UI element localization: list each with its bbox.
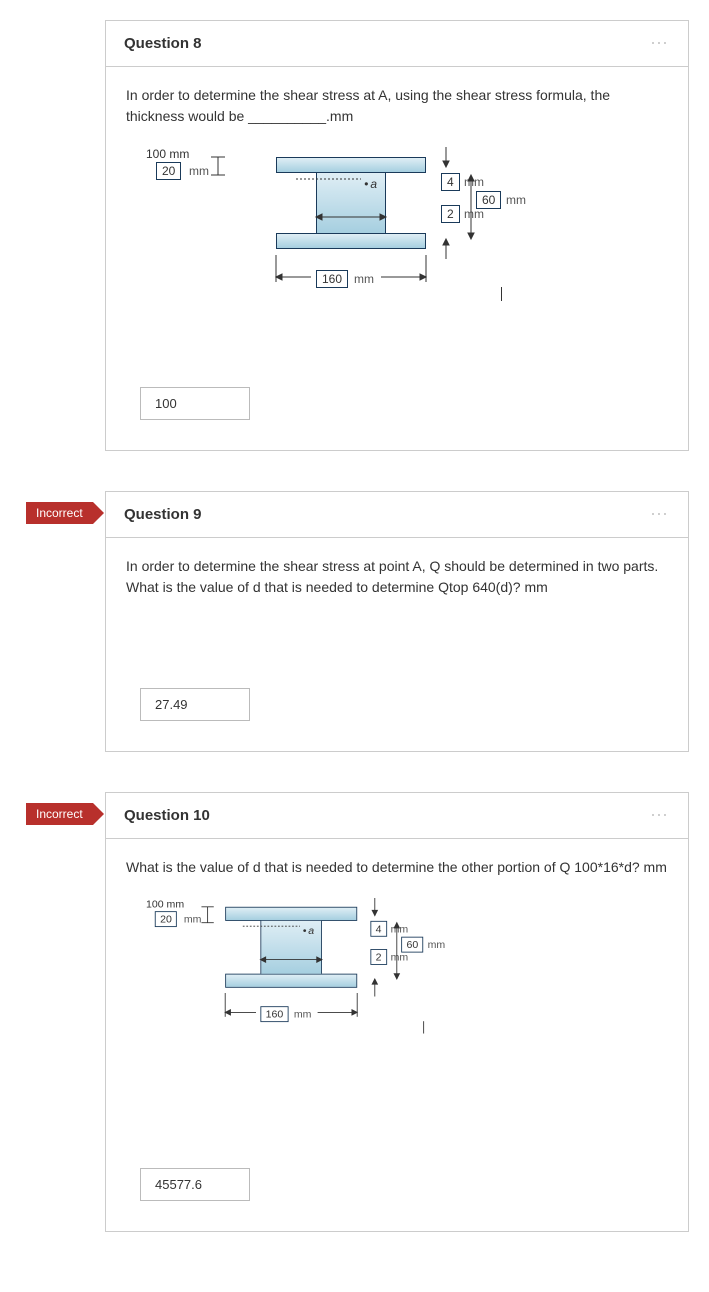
dots-icon: ⋯ — [650, 805, 670, 826]
text-cursor-icon — [501, 287, 502, 301]
dots-icon: ⋯ — [650, 504, 670, 525]
question-title: Question 9 — [124, 506, 202, 523]
question-title: Question 8 — [124, 35, 202, 52]
answer-input[interactable]: 27.49 — [140, 688, 250, 721]
question-prompt: In order to determine the shear stress a… — [126, 85, 668, 127]
answer-input[interactable]: 45577.6 — [140, 1168, 250, 1201]
incorrect-flag: Incorrect — [26, 803, 93, 825]
ibeam-diagram: 20 mm a 100 mm 4 mm 60 mm 2 mm 160 mm — [146, 898, 516, 1039]
question-title: Question 10 — [124, 807, 210, 824]
dots-icon: ⋯ — [650, 33, 670, 54]
ibeam-diagram: 20 mm a 100 mm 4 mm 60 mm 2 mm 160 mm — [146, 147, 566, 327]
dimension-arrows-icon — [146, 898, 516, 1056]
question-10: Incorrect Question 10 ⋯ What is the valu… — [105, 792, 689, 1232]
dimension-arrows-icon — [146, 147, 566, 327]
answer-input[interactable]: 100 — [140, 387, 250, 420]
question-9: Incorrect Question 9 ⋯ In order to deter… — [105, 491, 689, 752]
question-body: What is the value of d that is needed to… — [106, 839, 688, 1231]
question-header: Question 10 ⋯ — [106, 793, 688, 839]
question-prompt: What is the value of d that is needed to… — [126, 857, 668, 878]
question-prompt: In order to determine the shear stress a… — [126, 556, 668, 598]
question-header: Question 9 ⋯ — [106, 492, 688, 538]
question-body: In order to determine the shear stress a… — [106, 67, 688, 450]
text-cursor-icon — [423, 1021, 424, 1033]
incorrect-flag: Incorrect — [26, 502, 93, 524]
question-8: Question 8 ⋯ In order to determine the s… — [105, 20, 689, 451]
question-body: In order to determine the shear stress a… — [106, 538, 688, 751]
question-header: Question 8 ⋯ — [106, 21, 688, 67]
